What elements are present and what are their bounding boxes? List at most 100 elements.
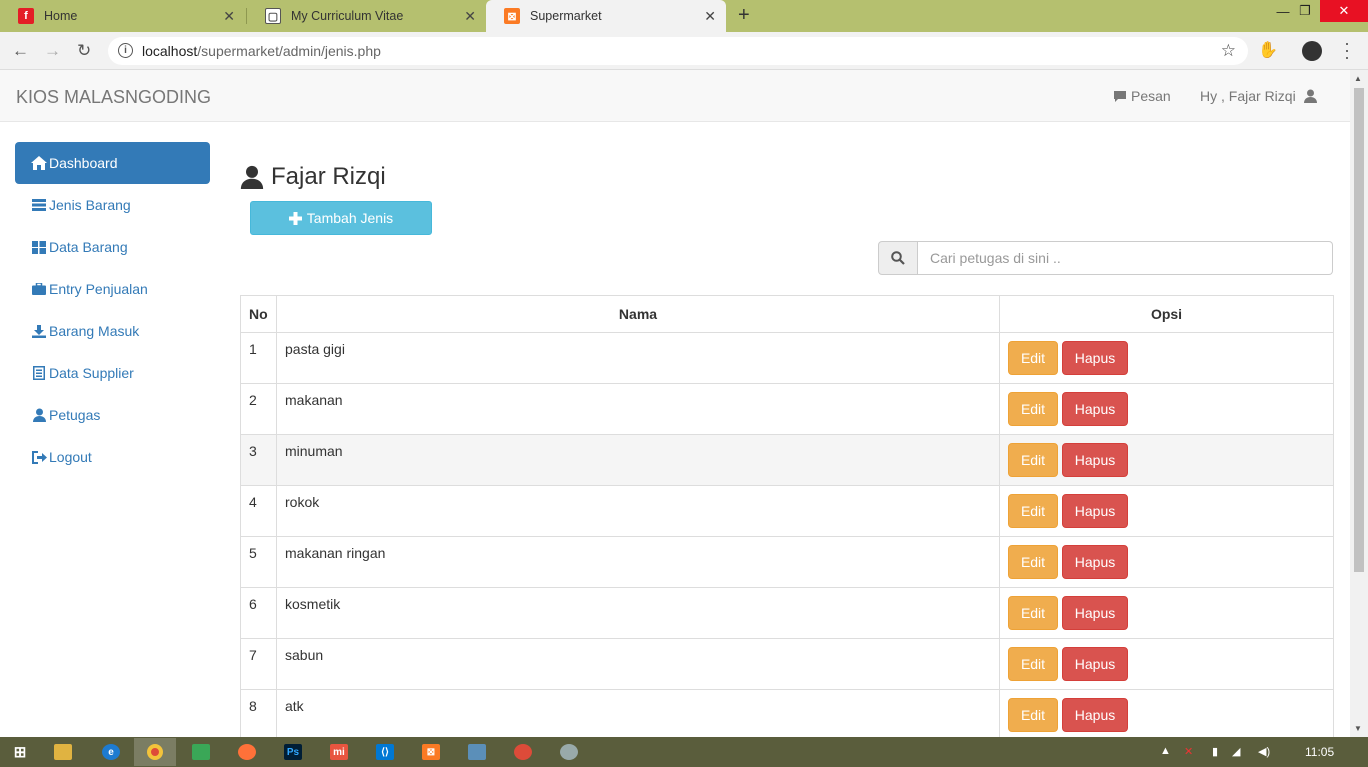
vscode-icon[interactable]: ⟨⟩ [376,744,394,760]
cell-opsi: Edit Hapus [999,383,1334,435]
delete-button[interactable]: Hapus [1062,392,1128,426]
table-row: 5 makanan ringan Edit Hapus [240,536,1334,588]
profile-avatar[interactable] [1302,41,1322,61]
tab-title: Home [44,9,78,23]
sidebar-item-logout[interactable]: Logout [15,436,210,478]
cell-nama: rokok [276,485,1000,537]
volume-icon[interactable]: ◀) [1258,745,1270,758]
sidebar-item-barang-masuk[interactable]: Barang Masuk [15,310,210,352]
tab-curriculum-vitae[interactable]: ▢ My Curriculum Vitae ✕ [247,0,486,32]
url-path: /supermarket/admin/jenis.php [197,43,381,59]
cell-no: 3 [240,434,277,486]
sidebar-item-data-barang[interactable]: Data Barang [15,226,210,268]
cell-no: 5 [240,536,277,588]
app-icon[interactable] [560,744,578,760]
sidebar-item-label: Barang Masuk [49,323,140,339]
top-navbar: KIOS MALASNGODING Pesan Hy , Fajar Rizqi [0,70,1350,122]
scrollbar-thumb[interactable] [1354,88,1364,572]
chrome-task-button[interactable] [134,738,176,766]
delete-button[interactable]: Hapus [1062,596,1128,630]
cell-no: 2 [240,383,277,435]
url-input[interactable]: i localhost/supermarket/admin/jenis.php … [108,37,1248,65]
windows-start-icon[interactable]: ⊞ [11,744,29,761]
close-tab-icon[interactable]: ✕ [464,8,476,25]
bookmark-star-icon[interactable]: ☆ [1221,41,1236,61]
cell-opsi: Edit Hapus [999,587,1334,639]
sidebar-item-entry-penjualan[interactable]: Entry Penjualan [15,268,210,310]
sidebar-item-label: Entry Penjualan [49,281,148,297]
app-icon[interactable]: mi [330,744,348,760]
sidebar-item-petugas[interactable]: Petugas [15,394,210,436]
internet-explorer-icon[interactable]: e [102,744,120,760]
home-icon [30,156,48,170]
delete-button[interactable]: Hapus [1062,647,1128,681]
delete-button[interactable]: Hapus [1062,494,1128,528]
browser-menu-icon[interactable]: · · · [1344,34,1350,66]
tab-supermarket[interactable]: ⊠ Supermarket ✕ [486,0,726,32]
search-input[interactable] [918,241,1333,275]
list-alt-icon [30,366,48,380]
extension-icon[interactable]: ✋ [1258,40,1278,60]
add-jenis-button[interactable]: Tambah Jenis [250,201,432,235]
table-row: 8 atk Edit Hapus [240,689,1334,737]
delete-button[interactable]: Hapus [1062,443,1128,477]
app-icon[interactable] [192,744,210,760]
table-row: 7 sabun Edit Hapus [240,638,1334,690]
photoshop-icon[interactable]: Ps [284,744,302,760]
close-tab-icon[interactable]: ✕ [223,8,235,25]
column-header-nama: Nama [276,295,1000,333]
show-hidden-icons-icon[interactable]: ▲ [1160,745,1171,757]
sidebar-item-dashboard[interactable]: Dashboard [15,142,210,184]
delete-button[interactable]: Hapus [1062,698,1128,732]
table-row: 1 pasta gigi Edit Hapus [240,332,1334,384]
brand-link[interactable]: KIOS MALASNGODING [16,87,211,108]
user-label: Hy , Fajar Rizqi [1200,88,1296,104]
reload-icon[interactable]: ↻ [77,41,91,61]
network-error-icon[interactable]: ✕ [1184,745,1193,758]
edit-button[interactable]: Edit [1008,494,1058,528]
back-icon[interactable]: ← [12,41,29,61]
edit-button[interactable]: Edit [1008,341,1058,375]
site-info-icon[interactable]: i [118,43,133,58]
signal-icon[interactable]: ◢ [1232,745,1240,758]
user-icon [30,408,48,422]
scroll-down-icon[interactable]: ▼ [1354,724,1362,733]
tab-home[interactable]: f Home ✕ [0,0,245,32]
tab-title: My Curriculum Vitae [291,9,404,23]
clock[interactable]: 11:05 [1305,745,1334,759]
cell-nama: atk [276,689,1000,737]
cell-no: 8 [240,689,277,737]
delete-button[interactable]: Hapus [1062,545,1128,579]
edit-button[interactable]: Edit [1008,443,1058,477]
cell-opsi: Edit Hapus [999,434,1334,486]
xampp-icon[interactable]: ⊠ [422,744,440,760]
cell-no: 4 [240,485,277,537]
file-explorer-icon[interactable] [54,744,72,760]
edit-button[interactable]: Edit [1008,698,1058,732]
delete-button[interactable]: Hapus [1062,341,1128,375]
sidebar-item-jenis-barang[interactable]: Jenis Barang [15,184,210,226]
page-scrollbar[interactable]: ▲ ▼ [1350,70,1368,737]
sidebar: Dashboard Jenis Barang Data Barang Entry… [15,142,210,478]
app-icon[interactable] [468,744,486,760]
chrome-icon[interactable] [514,744,532,760]
download-icon [30,324,48,338]
firefox-icon[interactable] [238,744,256,760]
add-jenis-label: Tambah Jenis [306,210,394,226]
new-tab-icon[interactable]: + [738,4,750,27]
messages-link[interactable]: Pesan [1113,88,1171,104]
user-menu[interactable]: Hy , Fajar Rizqi [1200,88,1317,104]
table-header-row: No Nama Opsi [240,295,1334,333]
cell-nama: kosmetik [276,587,1000,639]
edit-button[interactable]: Edit [1008,596,1058,630]
scroll-up-icon[interactable]: ▲ [1354,74,1362,83]
edit-button[interactable]: Edit [1008,392,1058,426]
forward-icon[interactable]: → [44,41,61,61]
edit-button[interactable]: Edit [1008,545,1058,579]
close-tab-icon[interactable]: ✕ [704,8,716,25]
battery-icon[interactable]: ▮ [1212,745,1218,758]
edit-button[interactable]: Edit [1008,647,1058,681]
user-icon [240,165,264,189]
sidebar-item-data-supplier[interactable]: Data Supplier [15,352,210,394]
close-window-icon[interactable]: ✕ [1320,0,1368,22]
